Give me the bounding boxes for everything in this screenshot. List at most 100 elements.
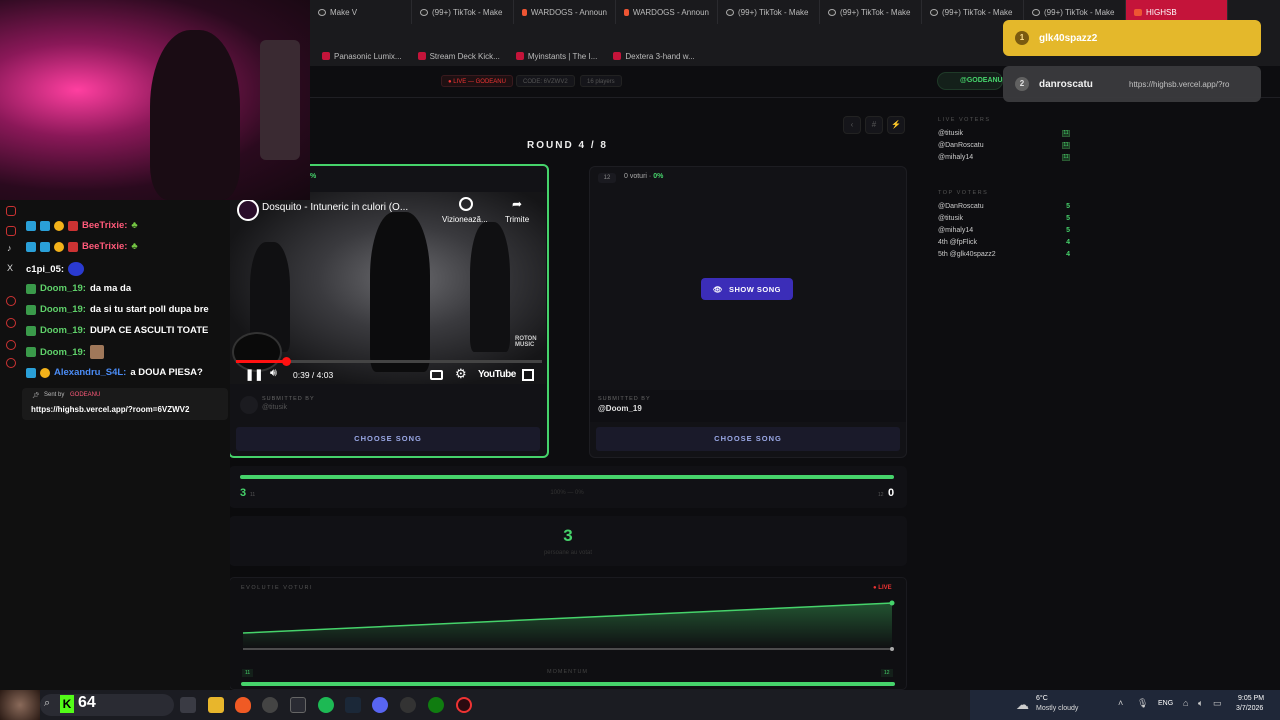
pause-icon[interactable]: ❚❚ (245, 368, 263, 381)
browser-tab[interactable]: Make V (310, 0, 412, 24)
chat-username[interactable]: BeeTrixie: (82, 241, 127, 252)
chevron-up-icon[interactable]: ˄ (1118, 698, 1123, 708)
chat-username[interactable]: c1pi_05: (26, 264, 64, 275)
clock-time[interactable]: 9:05 PM (1238, 695, 1264, 702)
guitarist-figure (470, 222, 510, 352)
chat-username[interactable]: Doom_19: (40, 325, 86, 336)
badge-icon (26, 241, 36, 252)
chat-username[interactable]: Doom_19: (40, 347, 86, 358)
clock-icon[interactable] (459, 197, 473, 211)
evolution-title: EVOLUTIE VOTURI (241, 585, 314, 591)
youtube-player[interactable] (230, 192, 546, 384)
live-voter-name: @DanRoscatu (938, 142, 984, 149)
obs-icon[interactable] (262, 697, 278, 713)
browser-tab[interactable]: (99+) TikTok - Make (820, 0, 922, 24)
momentum-left-tag: 11 (242, 669, 254, 677)
discord-icon[interactable] (372, 697, 388, 713)
notification-name: danroscatu (1039, 78, 1093, 90)
room-code-badge[interactable]: CODE: 6VZWV2 (516, 75, 575, 87)
brave-icon[interactable] (235, 697, 251, 713)
battery-icon[interactable]: ▭ (1213, 698, 1222, 709)
chat-username[interactable]: Doom_19: (40, 283, 86, 294)
youtube-logo[interactable]: YouTube (478, 369, 516, 380)
opera-icon[interactable] (456, 697, 472, 713)
bookmark-item[interactable]: Stream Deck Kick... (417, 52, 500, 61)
momentum-right-tag: 12 (881, 669, 893, 677)
top-voter-row: @mihaly14 5 (938, 227, 1070, 239)
browser-tab[interactable]: (99+) TikTok - Make (718, 0, 820, 24)
grid-button[interactable]: # (865, 116, 883, 134)
fullscreen-icon[interactable] (522, 369, 534, 381)
top-voter-count: 4 (1066, 251, 1070, 258)
prev-round-button[interactable]: ‹ (843, 116, 861, 134)
bookmark-label: Panasonic Lumix... (334, 51, 402, 61)
steam-icon[interactable] (345, 697, 361, 713)
watch-later-label[interactable]: Vizionează... (442, 215, 488, 224)
notification-url[interactable]: https://highsb.vercel.app/?ro (1129, 80, 1230, 89)
browser-tab[interactable]: WARDOGS - Announ (616, 0, 718, 24)
top-voter-row: @DanRoscatu 5 (938, 203, 1070, 215)
video-scrubber-handle[interactable] (282, 357, 291, 366)
chat-message: BeeTrixie: ♣ (26, 241, 138, 252)
vote-split-panel (229, 466, 907, 508)
room-link[interactable]: https://highsb.vercel.app/?room=6VZWV2 (31, 405, 189, 414)
choose-song-left-button[interactable]: CHOOSE SONG (236, 427, 540, 451)
chat-message: Alexandru_S4L: a DOUA PIESA? (26, 367, 203, 378)
live-voter-tag: 11 (1062, 142, 1070, 149)
notification-name: glk40spazz2 (1039, 32, 1098, 44)
settings-gear-icon[interactable]: ⚙ (455, 366, 467, 382)
top-voter-name: 4th @fpFlick (938, 239, 978, 246)
weather-temp[interactable]: 6°C (1036, 695, 1048, 702)
badge-icon (26, 220, 36, 231)
network-icon[interactable]: ⌂ (1183, 698, 1188, 708)
live-voters-title: LIVE VOTERS (938, 117, 991, 123)
file-explorer-icon[interactable] (208, 697, 224, 713)
kick-count: 64 (78, 694, 96, 711)
evolution-live-badge: ● LIVE (873, 585, 892, 591)
bookmark-item[interactable]: Myinstants | The I... (515, 52, 597, 61)
chat-username[interactable]: BeeTrixie: (82, 220, 127, 231)
bookmark-item[interactable]: Dextera 3-hand w... (613, 52, 695, 61)
lightning-button[interactable]: ⚡ (887, 116, 905, 134)
top-voter-count: 5 (1066, 215, 1070, 222)
live-voters-list: @titusik 11 @DanRoscatu 11 @mihaly14 11 (938, 130, 1070, 166)
vote-evolution-chart (242, 600, 895, 651)
share-label[interactable]: Trimite (505, 215, 529, 224)
spotify-icon[interactable] (318, 697, 334, 713)
language-indicator[interactable]: ENG (1158, 700, 1173, 707)
right-vote-count: 0 (888, 487, 895, 499)
chat-username[interactable]: Alexandru_S4L: (54, 367, 126, 378)
microphone-arm (260, 40, 300, 160)
share-icon[interactable]: ➦ (512, 197, 522, 211)
volume-icon[interactable]: 🔊︎ (270, 367, 277, 380)
browser-tab[interactable]: (99+) TikTok - Make (412, 0, 514, 24)
captions-icon[interactable] (430, 370, 443, 380)
browser-tab[interactable]: WARDOGS - Announ (514, 0, 616, 24)
right-submitted-label: SUBMITTED BY (598, 396, 651, 402)
choose-song-right-button[interactable]: CHOOSE SONG (596, 427, 900, 451)
chat-username[interactable]: Doom_19: (40, 304, 86, 315)
user-chip[interactable]: @GODEANU (937, 72, 1003, 90)
top-voter-row: 5th @glk40spazz2 4 (938, 251, 1070, 263)
video-title[interactable]: Dosquito - Intuneric in culori (O... (262, 202, 408, 213)
instagram-icon (6, 206, 16, 216)
live-voter-row: @mihaly14 11 (938, 154, 1070, 166)
bookmark-icon (515, 52, 524, 60)
sent-by-user[interactable]: GODEANU (70, 392, 100, 398)
show-song-button[interactable]: 👁︎ SHOW SONG (701, 278, 793, 300)
weather-desc[interactable]: Mostly cloudy (1036, 705, 1078, 712)
sent-by-label: Sent by (44, 392, 65, 398)
xbox-icon[interactable] (428, 697, 444, 713)
bookmark-item[interactable]: Panasonic Lumix... (322, 52, 402, 61)
clock-date[interactable]: 3/7/2026 (1236, 705, 1263, 712)
avatar[interactable] (0, 690, 40, 720)
speaker-icon[interactable]: 🔈︎ (1198, 698, 1203, 709)
store-icon[interactable] (290, 697, 306, 713)
channel-avatar[interactable] (237, 199, 259, 221)
task-view-icon[interactable] (180, 697, 196, 713)
video-watermark: ROTON MUSIC (515, 336, 537, 348)
singer-figure (370, 212, 430, 372)
app-icon[interactable] (400, 697, 416, 713)
rank-badge: 2 (1015, 77, 1029, 91)
microphone-icon[interactable]: 🎙︎ (1137, 698, 1148, 709)
